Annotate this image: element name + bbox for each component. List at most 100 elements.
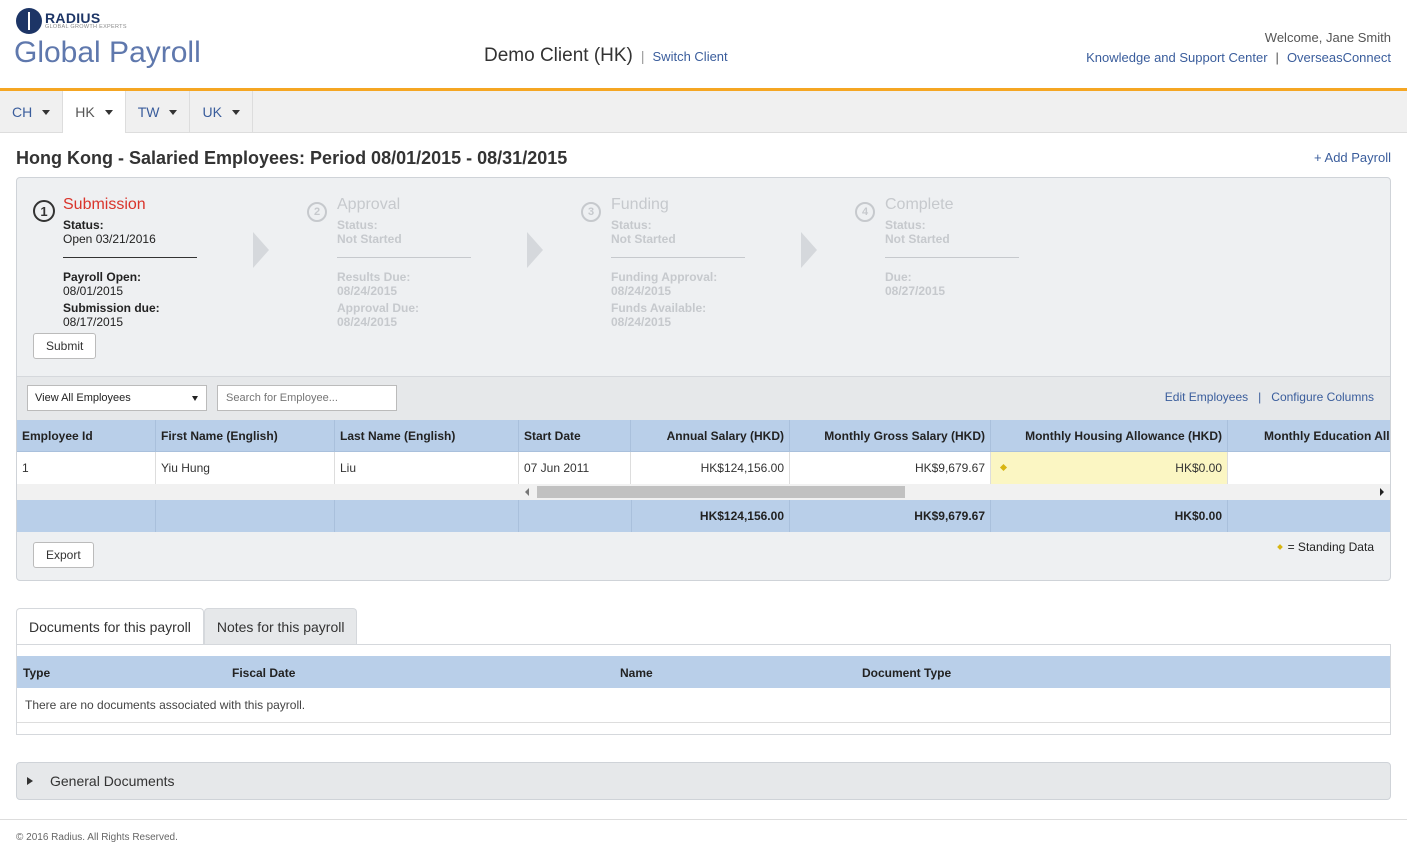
client-name: Demo Client (HK)	[484, 45, 633, 66]
cell-value: HK$0.00	[1175, 461, 1222, 475]
add-payroll-link[interactable]: + Add Payroll	[1314, 150, 1391, 165]
cell-last-name: Liu	[335, 452, 519, 484]
export-button[interactable]: Export	[33, 542, 94, 568]
tab-uk[interactable]: UK	[190, 91, 253, 133]
step-status-label: Status:	[337, 218, 378, 232]
total-annual-salary: HK$124,156.00	[631, 500, 790, 532]
standing-data-icon	[1276, 544, 1283, 550]
document-tabs: Documents for this payroll Notes for thi…	[16, 608, 358, 645]
step-number: 3	[581, 202, 601, 222]
column-header[interactable]: Monthly Gross Salary (HKD)	[790, 420, 991, 451]
table-row[interactable]: 1 Yiu Hung Liu 07 Jun 2011 HK$124,156.00…	[17, 452, 1390, 484]
radius-logo-icon	[16, 8, 42, 34]
step-field-label: Payroll Open:	[63, 270, 142, 284]
submit-button[interactable]: Submit	[33, 333, 97, 359]
period-title: Hong Kong - Salaried Employees: Period 0…	[16, 148, 568, 168]
tab-ch[interactable]: CH	[0, 91, 64, 133]
scrollbar-thumb[interactable]	[537, 486, 905, 498]
step-title: Approval	[337, 196, 401, 213]
configure-columns-link[interactable]: Configure Columns	[1271, 390, 1374, 404]
top-links: Knowledge and Support Center | OverseasC…	[1086, 50, 1391, 65]
edit-employees-link[interactable]: Edit Employees	[1165, 390, 1248, 404]
column-header[interactable]: First Name (English)	[156, 420, 335, 451]
tab-notes[interactable]: Notes for this payroll	[203, 608, 358, 645]
logo-tagline: GLOBAL GROWTH EXPERTS	[45, 24, 127, 31]
column-header[interactable]: Monthly Housing Allowance (HKD)	[991, 420, 1228, 451]
link-separator: |	[1258, 390, 1262, 404]
step-funding: 3 Funding Status: Not Started Funding Ap…	[581, 196, 801, 329]
chevron-right-icon	[253, 232, 269, 268]
step-status-value: Not Started	[337, 232, 402, 246]
step-status-label: Status:	[611, 218, 652, 232]
column-header[interactable]: Document Type	[862, 666, 951, 680]
cell-monthly-gross: HK$9,679.67	[790, 452, 991, 484]
step-field-value: 08/24/2015	[337, 315, 398, 329]
scroll-right-icon[interactable]	[1380, 488, 1384, 496]
standing-data-legend: = Standing Data	[1276, 540, 1374, 554]
step-field-value: 08/17/2015	[63, 315, 124, 329]
step-field-value: 08/24/2015	[337, 284, 398, 298]
employee-grid: Employee Id First Name (English) Last Na…	[17, 420, 1390, 532]
step-field-label: Approval Due:	[337, 301, 420, 315]
tab-hk[interactable]: HK	[63, 91, 126, 133]
cell-first-name: Yiu Hung	[156, 452, 335, 484]
switch-client-link[interactable]: Switch Client	[653, 49, 728, 64]
logo-name: RADIUS	[45, 10, 101, 27]
country-tabs: CH HK TW UK	[0, 91, 1407, 133]
chevron-right-icon	[527, 232, 543, 268]
caret-down-icon	[169, 109, 178, 115]
employee-filter-select[interactable]: View All Employees	[27, 385, 207, 411]
step-divider	[63, 257, 197, 258]
footer-divider	[0, 819, 1407, 820]
grid-header-row: Employee Id First Name (English) Last Na…	[17, 420, 1390, 452]
cell-annual-salary: HK$124,156.00	[631, 452, 790, 484]
footer-copyright: © 2016 Radius. All Rights Reserved.	[16, 832, 178, 843]
step-field-label: Due:	[885, 270, 912, 284]
employee-search-input[interactable]	[217, 385, 397, 411]
tab-label: UK	[202, 104, 222, 120]
cell-housing-allowance[interactable]: HK$0.00	[991, 452, 1228, 484]
tab-documents[interactable]: Documents for this payroll	[16, 608, 204, 645]
step-approval: 2 Approval Status: Not Started Results D…	[307, 196, 527, 329]
scroll-left-icon[interactable]	[525, 488, 529, 496]
caret-down-icon	[231, 109, 240, 115]
step-field-value: 08/24/2015	[611, 315, 672, 329]
column-header[interactable]: Name	[620, 666, 653, 680]
step-status-value: Not Started	[885, 232, 950, 246]
step-divider	[337, 257, 471, 258]
total-monthly-gross: HK$9,679.67	[790, 500, 991, 532]
radius-logo[interactable]: RADIUS GLOBAL GROWTH EXPERTS	[16, 8, 127, 34]
payroll-steps: 1 Submission Status: Open 03/21/2016 Pay…	[17, 178, 1390, 378]
total-cell	[519, 500, 631, 532]
cell-education-allowance	[1228, 452, 1390, 484]
grid-actions: Edit Employees | Configure Columns	[1165, 390, 1374, 404]
column-header[interactable]: Last Name (English)	[335, 420, 519, 451]
app-title: Global Payroll	[14, 36, 201, 69]
knowledge-support-link[interactable]: Knowledge and Support Center	[1086, 50, 1267, 65]
column-header[interactable]: Fiscal Date	[232, 666, 295, 680]
filter-bar: View All Employees Edit Employees | Conf…	[17, 376, 1390, 420]
total-cell	[17, 500, 156, 532]
link-separator: |	[1275, 50, 1279, 65]
legend-text: = Standing Data	[1287, 540, 1374, 554]
documents-panel: Type Fiscal Date Name Document Type Ther…	[16, 644, 1391, 735]
overseas-connect-link[interactable]: OverseasConnect	[1287, 50, 1391, 65]
column-header[interactable]: Type	[23, 666, 50, 680]
standing-data-icon	[999, 463, 1008, 472]
welcome-message: Welcome, Jane Smith	[1264, 30, 1391, 45]
step-field-value: 08/01/2015	[63, 284, 124, 298]
step-field-value: 08/24/2015	[611, 284, 672, 298]
chevron-right-icon	[801, 232, 817, 268]
divider	[17, 722, 1390, 723]
column-header[interactable]: Start Date	[519, 420, 631, 451]
tab-tw[interactable]: TW	[126, 91, 191, 133]
caret-down-icon	[104, 109, 113, 115]
column-header[interactable]: Monthly Education Allo	[1228, 420, 1390, 451]
step-submission: 1 Submission Status: Open 03/21/2016 Pay…	[33, 196, 253, 329]
general-documents-toggle[interactable]: General Documents	[16, 762, 1391, 800]
column-header[interactable]: Employee Id	[17, 420, 156, 451]
caret-down-icon	[42, 109, 51, 115]
horizontal-scrollbar[interactable]	[17, 484, 1390, 500]
column-header[interactable]: Annual Salary (HKD)	[631, 420, 790, 451]
step-number: 1	[33, 200, 55, 222]
